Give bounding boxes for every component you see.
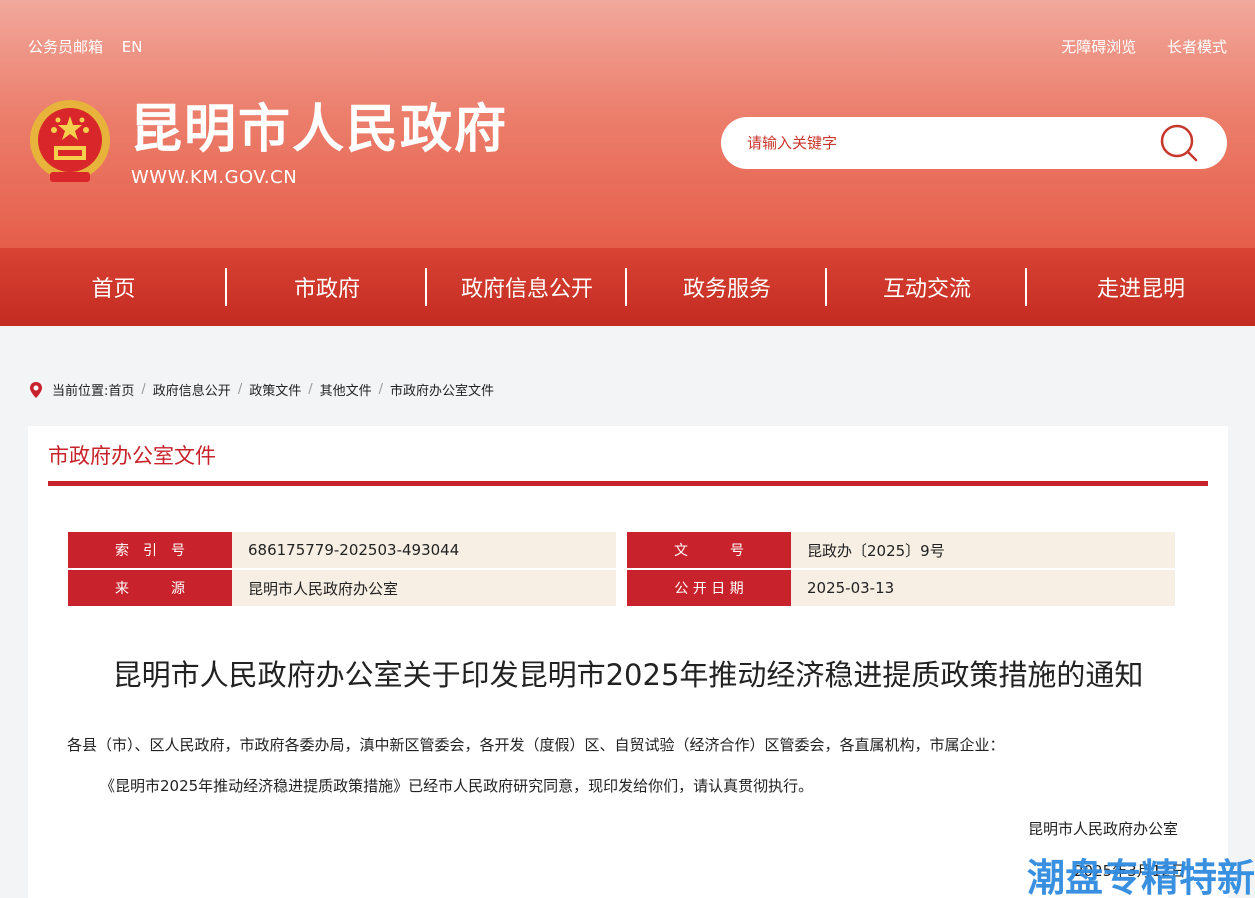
breadcrumb-info-disclosure[interactable]: 政府信息公开 bbox=[153, 380, 231, 399]
watermark: 潮盘专精特新 bbox=[1026, 856, 1255, 898]
meta-row-source: 来 源 昆明市人民政府办公室 bbox=[68, 570, 616, 606]
nav-item-home[interactable]: 首页 bbox=[0, 248, 227, 326]
nav-item-about-kunming[interactable]: 走进昆明 bbox=[1027, 248, 1255, 326]
breadcrumb-separator: / bbox=[141, 382, 146, 397]
nav-item-interaction[interactable]: 互动交流 bbox=[827, 248, 1027, 326]
civil-servant-mail-link[interactable]: 公务员邮箱 bbox=[28, 38, 103, 56]
site-header: 公务员邮箱 EN 无障碍浏览 长者模式 昆明市人民政府 WWW.KM.GOV.C… bbox=[0, 0, 1255, 248]
breadcrumb-separator: / bbox=[308, 382, 313, 397]
meta-row-docno: 文 号 昆政办〔2025〕9号 bbox=[627, 532, 1175, 568]
nav-item-gov-services[interactable]: 政务服务 bbox=[627, 248, 827, 326]
meta-index-value: 686175779-202503-493044 bbox=[232, 532, 616, 568]
elder-mode-link[interactable]: 长者模式 bbox=[1167, 38, 1227, 56]
top-links-left: 公务员邮箱 EN bbox=[28, 36, 157, 57]
meta-source-value: 昆明市人民政府办公室 bbox=[232, 570, 616, 606]
meta-date-label: 公 开 日 期 bbox=[627, 570, 791, 606]
document-title: 昆明市人民政府办公室关于印发昆明市2025年推动经济稳进提质政策措施的通知 bbox=[112, 658, 1144, 692]
breadcrumb-home[interactable]: 首页 bbox=[108, 380, 134, 399]
search-icon[interactable] bbox=[1157, 123, 1201, 163]
document-recipients: 各县（市）、区人民政府，市政府各委办局，滇中新区管委会，各开发（度假）区、自贸试… bbox=[67, 736, 1005, 754]
meta-source-label: 来 源 bbox=[68, 570, 232, 606]
search-input[interactable] bbox=[747, 117, 1147, 169]
document-body: 《昆明市2025年推动经济稳进提质政策措施》已经市人民政府研究同意，现印发给你们… bbox=[100, 777, 814, 795]
section-divider bbox=[48, 481, 1208, 486]
breadcrumb-prefix: 当前位置: bbox=[52, 384, 109, 399]
search-box bbox=[721, 117, 1227, 169]
document-signature: 昆明市人民政府办公室 bbox=[1028, 820, 1179, 838]
breadcrumb: 当前位置: 首页 / 政府信息公开 / 政策文件 / 其他文件 / 市政府办公室… bbox=[28, 380, 494, 399]
accessibility-link[interactable]: 无障碍浏览 bbox=[1061, 38, 1136, 56]
site-title: 昆明市人民政府 bbox=[130, 100, 509, 160]
meta-docno-value: 昆政办〔2025〕9号 bbox=[791, 532, 1175, 568]
content-panel: 市政府办公室文件 索 引 号 686175779-202503-493044 文… bbox=[28, 426, 1228, 898]
breadcrumb-policy-docs[interactable]: 政策文件 bbox=[249, 380, 301, 399]
meta-index-label: 索 引 号 bbox=[68, 532, 232, 568]
breadcrumb-other-docs[interactable]: 其他文件 bbox=[320, 380, 372, 399]
breadcrumb-office-docs[interactable]: 市政府办公室文件 bbox=[390, 380, 494, 399]
breadcrumb-separator: / bbox=[378, 382, 384, 397]
breadcrumb-separator: / bbox=[237, 382, 243, 397]
meta-date-value: 2025-03-13 bbox=[791, 570, 1175, 606]
nav-item-city-government[interactable]: 市政府 bbox=[227, 248, 427, 326]
section-title: 市政府办公室文件 bbox=[48, 444, 216, 468]
location-pin-icon bbox=[30, 381, 42, 398]
top-links-right: 无障碍浏览 长者模式 bbox=[1035, 36, 1227, 57]
national-emblem-icon bbox=[30, 100, 110, 182]
meta-row-index: 索 引 号 686175779-202503-493044 bbox=[68, 532, 616, 568]
meta-docno-label: 文 号 bbox=[627, 532, 791, 568]
english-link[interactable]: EN bbox=[122, 38, 143, 56]
main-nav: 首页 市政府 政府信息公开 政务服务 互动交流 走进昆明 bbox=[0, 248, 1255, 326]
nav-item-info-disclosure[interactable]: 政府信息公开 bbox=[427, 248, 627, 326]
site-url: WWW.KM.GOV.CN bbox=[131, 167, 298, 188]
meta-row-date: 公 开 日 期 2025-03-13 bbox=[627, 570, 1175, 606]
